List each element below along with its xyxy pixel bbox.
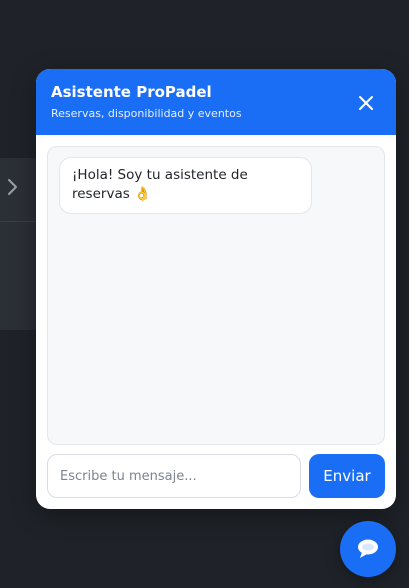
composer: Enviar bbox=[47, 454, 385, 498]
message-input[interactable] bbox=[47, 454, 301, 498]
chat-bubble-icon bbox=[358, 539, 378, 558]
chat-header: Asistente ProPadel Reservas, disponibili… bbox=[36, 69, 396, 135]
chat-window: Asistente ProPadel Reservas, disponibili… bbox=[36, 69, 396, 509]
background-sidebar-panel bbox=[0, 158, 40, 330]
messages-area[interactable]: ¡Hola! Soy tu asistente de reservas 👌 bbox=[47, 146, 385, 445]
close-button[interactable] bbox=[354, 91, 378, 115]
chat-launcher-button[interactable] bbox=[340, 521, 396, 577]
chat-subtitle: Reservas, disponibilidad y eventos bbox=[51, 107, 242, 120]
chevron-right-icon[interactable] bbox=[4, 176, 22, 198]
bot-message-bubble: ¡Hola! Soy tu asistente de reservas 👌 bbox=[59, 157, 312, 214]
close-icon bbox=[359, 96, 373, 110]
chat-title: Asistente ProPadel bbox=[51, 83, 212, 101]
background-divider bbox=[0, 221, 40, 222]
send-button[interactable]: Enviar bbox=[309, 454, 385, 498]
